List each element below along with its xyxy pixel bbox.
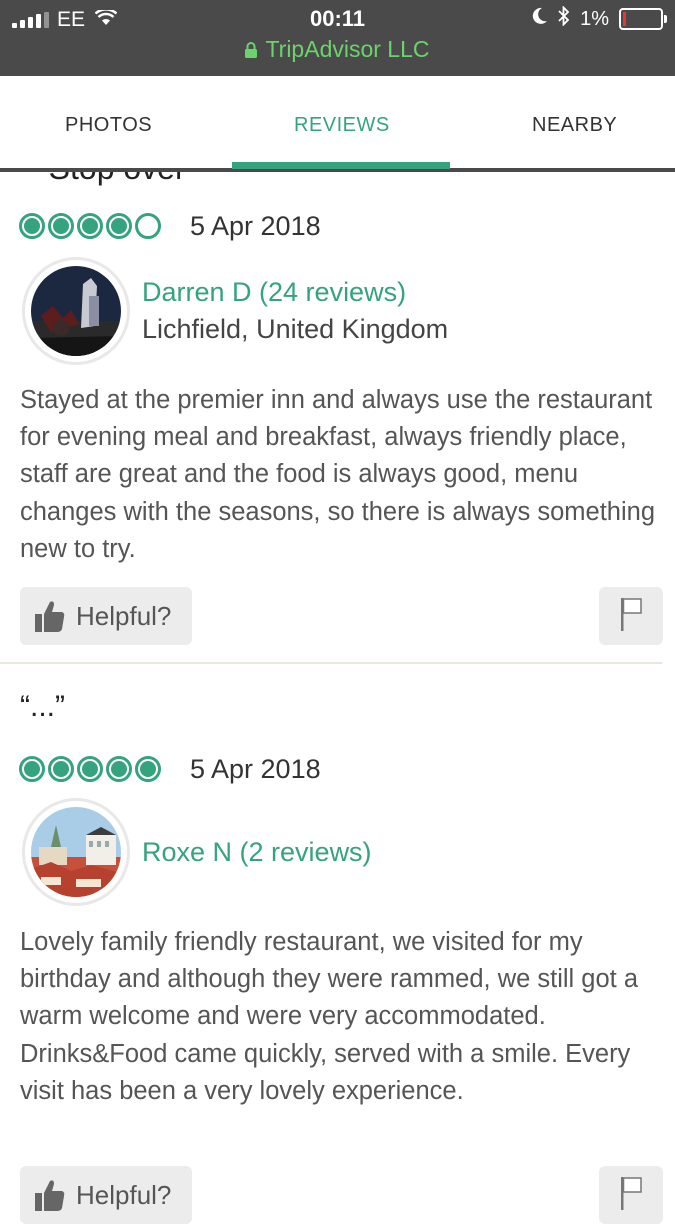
lock-icon [245, 37, 258, 64]
avatar-image [31, 266, 121, 356]
helpful-label: Helpful? [76, 600, 172, 631]
review-divider [0, 662, 662, 664]
reviewer-name-link[interactable]: Darren D (24 reviews) [142, 277, 406, 308]
rating-bubble-filled [77, 756, 103, 782]
rating-bubble-filled [19, 756, 45, 782]
rating-bubble-filled [48, 213, 74, 239]
report-flag-button[interactable] [599, 587, 663, 645]
review-date: 5 Apr 2018 [190, 754, 321, 784]
review-title[interactable]: “...” [20, 690, 65, 724]
bubble-rating [19, 213, 161, 239]
avatar[interactable] [22, 257, 130, 365]
helpful-button[interactable]: Helpful? [20, 587, 192, 645]
tab-reviews[interactable]: REVIEWS [294, 114, 390, 137]
review-date: 5 Apr 2018 [190, 211, 321, 241]
review-text: Lovely family friendly restaurant, we vi… [20, 928, 639, 1105]
helpful-label: Helpful? [76, 1179, 172, 1210]
reviewer-location: Lichfield, United Kingdom [142, 314, 449, 344]
rating-bubble-filled [106, 213, 132, 239]
tab-bar: PHOTOS REVIEWS NEARBY [0, 76, 675, 172]
status-bar: EE 00:11 TripAdvisor LLC 1% [0, 0, 675, 76]
bluetooth-icon [558, 5, 570, 32]
status-right: 1% [532, 5, 667, 32]
active-tab-indicator [232, 162, 450, 169]
rating-bubble-filled [77, 213, 103, 239]
flag-icon [619, 596, 643, 637]
flag-icon [619, 1175, 643, 1216]
report-flag-button[interactable] [599, 1166, 663, 1224]
url-label: TripAdvisor LLC [265, 36, 430, 62]
moon-icon [532, 7, 548, 31]
rating-bubble-empty [135, 213, 161, 239]
tab-photos[interactable]: PHOTOS [65, 114, 152, 137]
tab-nearby[interactable]: NEARBY [532, 114, 617, 137]
battery-percent: 1% [580, 7, 609, 30]
url-bar[interactable]: TripAdvisor LLC [0, 36, 675, 64]
avatar[interactable] [22, 798, 130, 906]
reviewer-name-link[interactable]: Roxe N (2 reviews) [142, 837, 372, 868]
bubble-rating [19, 756, 161, 782]
thumbs-up-icon [34, 1178, 66, 1212]
battery-icon [619, 8, 667, 30]
rating-bubble-filled [106, 756, 132, 782]
review-text: Stayed at the premier inn and always use… [20, 386, 656, 563]
rating-bubble-filled [19, 213, 45, 239]
avatar-image [31, 807, 121, 897]
helpful-button[interactable]: Helpful? [20, 1166, 192, 1224]
rating-bubble-filled [135, 756, 161, 782]
rating-bubble-filled [48, 756, 74, 782]
thumbs-up-icon [34, 599, 66, 633]
